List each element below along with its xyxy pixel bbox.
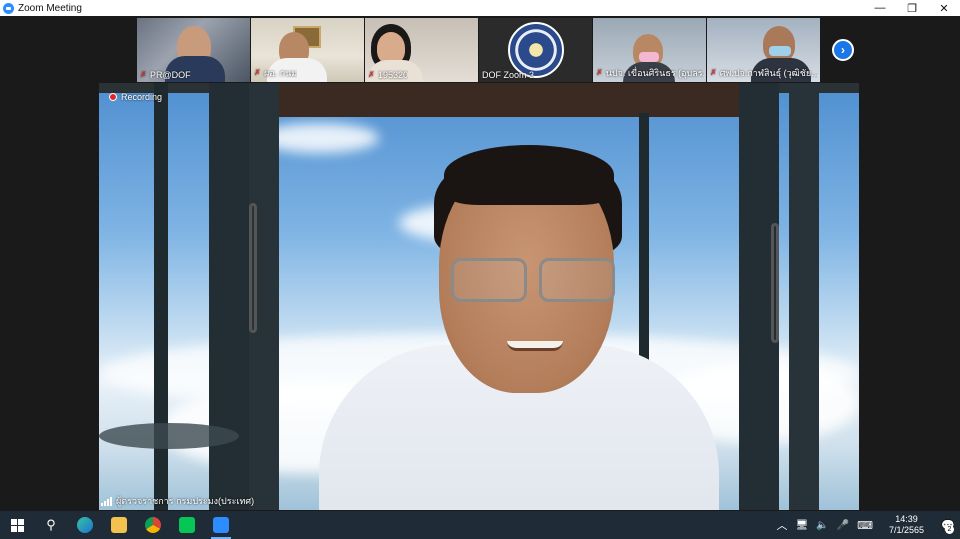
main-speaker-video: Recording ผู้ตรวจราชการ กรมประมง(ประเทศ)	[99, 83, 859, 510]
notification-center-button[interactable]: 💬 2	[936, 511, 960, 539]
participant-name: DOF Zoom 3	[482, 70, 535, 80]
taskbar-app-explorer[interactable]	[102, 511, 136, 539]
participant-name: ✗ ศพ.ปจ.กาฬสินธุ์ (วุฒิชัย...	[710, 68, 818, 78]
restore-button[interactable]: ❐	[896, 0, 928, 16]
speaker-name: ผู้ตรวจราชการ กรมประมง(ประเทศ)	[116, 496, 255, 506]
speaker-label: ผู้ตรวจราชการ กรมประมง(ประเทศ)	[101, 494, 254, 508]
participant-thumbnail[interactable]: ✗ PR@DOF	[137, 18, 250, 82]
participant-thumbnail[interactable]: DOF Zoom 3	[479, 18, 592, 82]
mic-muted-icon: ✗	[368, 70, 375, 79]
windows-taskbar: ⚲ ︿ 🖥 🔈 🎤 ⌨ 14:39 7/1/2565 💬 2	[0, 511, 960, 539]
clock-time: 14:39	[895, 514, 918, 524]
next-page-button[interactable]: ›	[832, 39, 854, 61]
mic-muted-icon: ✗	[596, 68, 603, 77]
mic-muted-icon: ✗	[710, 68, 717, 77]
recording-label: Recording	[121, 92, 163, 102]
signal-strength-icon	[101, 496, 112, 506]
window-title: Zoom Meeting	[18, 2, 82, 14]
taskbar-app-chrome[interactable]	[136, 511, 170, 539]
zoom-icon	[213, 517, 229, 533]
window-controls: — ❐ ✕	[864, 0, 960, 16]
zoom-app-icon	[3, 2, 14, 14]
clock-date: 7/1/2565	[888, 525, 924, 535]
minimize-button[interactable]: —	[864, 0, 896, 16]
folder-icon	[111, 517, 127, 533]
taskbar-app-edge[interactable]	[68, 511, 102, 539]
participant-thumbnail[interactable]: ✗ นปจ. เขื่อนศิรินธร (อุบลร...	[593, 18, 706, 82]
mic-icon[interactable]: 🎤	[837, 520, 849, 531]
close-button[interactable]: ✕	[928, 0, 960, 16]
mic-muted-icon: ✗	[254, 68, 261, 77]
participant-thumbnail[interactable]: ✗ ผอ. กนม	[251, 18, 364, 82]
participant-name: ✗ PR@DOF	[140, 70, 191, 80]
title-bar: Zoom Meeting — ❐ ✕	[0, 0, 960, 16]
line-icon	[179, 517, 195, 533]
search-icon: ⚲	[46, 517, 56, 532]
start-button[interactable]	[0, 511, 34, 539]
windows-icon	[10, 518, 24, 532]
recording-icon	[109, 93, 117, 101]
participant-name: ✗ 195320	[368, 70, 409, 80]
taskbar-app-line[interactable]	[170, 511, 204, 539]
volume-icon[interactable]: 🔈	[816, 520, 828, 531]
participant-thumbnail[interactable]: ✗ 195320	[365, 18, 478, 82]
keyboard-icon[interactable]: ⌨	[857, 519, 873, 532]
mic-muted-icon: ✗	[140, 70, 147, 79]
participant-name: ✗ ผอ. กนม	[254, 68, 298, 78]
participant-name: ✗ นปจ. เขื่อนศิรินธร (อุบลร...	[596, 68, 704, 78]
recording-indicator[interactable]: Recording	[109, 92, 162, 102]
edge-icon	[77, 517, 93, 533]
search-button[interactable]: ⚲	[34, 511, 68, 539]
system-tray: ︿ 🖥 🔈 🎤 ⌨ 14:39 7/1/2565 💬 2	[772, 511, 960, 539]
tray-chevron-icon[interactable]: ︿	[776, 517, 787, 533]
clock[interactable]: 14:39 7/1/2565	[885, 514, 928, 536]
notification-count-badge: 2	[945, 525, 954, 534]
meeting-area: ✗ PR@DOF ✗ ผอ. กนม ✗ 195320 DOF Zoom 3 ✗…	[0, 16, 960, 511]
taskbar-app-zoom[interactable]	[204, 511, 238, 539]
network-icon[interactable]: 🖥	[795, 520, 808, 531]
participant-thumbnail[interactable]: ✗ ศพ.ปจ.กาฬสินธุ์ (วุฒิชัย...	[707, 18, 820, 82]
chrome-icon	[145, 517, 161, 533]
participant-strip: ✗ PR@DOF ✗ ผอ. กนม ✗ 195320 DOF Zoom 3 ✗…	[137, 18, 820, 82]
